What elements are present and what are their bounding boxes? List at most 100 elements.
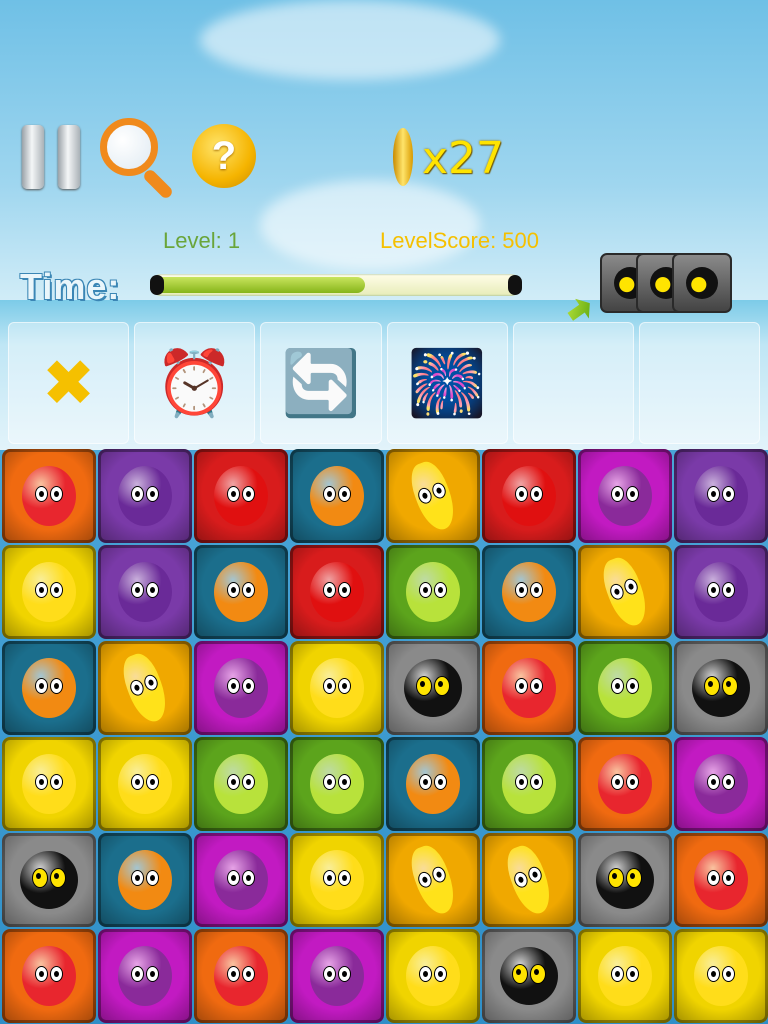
orange-icon [214, 562, 268, 622]
strawberry-icon [22, 946, 76, 1006]
tile-strawberry[interactable] [2, 929, 96, 1023]
tile-bomb[interactable] [674, 641, 768, 735]
powerup-shuffle-arrows[interactable]: 🔄 [260, 322, 382, 444]
eyes [227, 966, 255, 983]
eyes [416, 864, 448, 890]
pause-button[interactable] [22, 125, 82, 189]
pineapple-icon [598, 946, 652, 1006]
strawberry-icon [502, 658, 556, 718]
tile-bomb[interactable] [386, 641, 480, 735]
tile-orange[interactable] [98, 833, 192, 927]
apple-icon [502, 466, 556, 526]
tile-grape[interactable] [290, 929, 384, 1023]
eyes [35, 774, 63, 791]
tile-lime[interactable] [386, 545, 480, 639]
tile-lime[interactable] [290, 737, 384, 831]
tile-strawberry[interactable] [2, 449, 96, 543]
pineapple-icon [310, 658, 364, 718]
eyes [611, 678, 639, 695]
tile-grape[interactable] [194, 641, 288, 735]
tile-orange[interactable] [482, 545, 576, 639]
hint-magnifier-button[interactable] [100, 118, 180, 201]
tile-strawberry[interactable] [674, 833, 768, 927]
eyes [323, 582, 351, 599]
progress-cap-right [508, 275, 522, 295]
tile-strawberry[interactable] [578, 737, 672, 831]
eyes [515, 678, 543, 695]
lime-icon [502, 754, 556, 814]
tile-apple[interactable] [290, 545, 384, 639]
powerup-fireworks-rockets[interactable]: 🎆 [386, 322, 508, 444]
tile-banana[interactable] [386, 449, 480, 543]
bomb-icon [672, 253, 732, 313]
strawberry-icon [22, 466, 76, 526]
powerup-bar: ✖ ⏰ 🔄 🎆 [8, 322, 761, 444]
orange-icon [502, 562, 556, 622]
eyes [227, 870, 255, 887]
tile-plum[interactable] [98, 449, 192, 543]
tile-lime[interactable] [194, 737, 288, 831]
orange-icon [406, 754, 460, 814]
eyes [227, 582, 255, 599]
bomb-stack[interactable] [600, 253, 734, 313]
tile-pineapple[interactable] [2, 545, 96, 639]
tile-grape[interactable] [674, 737, 768, 831]
tile-pineapple[interactable] [2, 737, 96, 831]
eyes [323, 774, 351, 791]
tile-pineapple[interactable] [290, 833, 384, 927]
tile-pineapple[interactable] [98, 737, 192, 831]
tile-pineapple[interactable] [386, 929, 480, 1023]
tile-plum[interactable] [98, 545, 192, 639]
fireworks-rockets-icon: 🎆 [407, 347, 487, 419]
tile-bomb[interactable] [482, 929, 576, 1023]
grape-icon [694, 754, 748, 814]
time-progress-fill [154, 277, 365, 293]
tile-lime[interactable] [578, 641, 672, 735]
tile-strawberry[interactable] [194, 929, 288, 1023]
tile-apple[interactable] [482, 449, 576, 543]
tile-grape[interactable] [98, 929, 192, 1023]
help-coin-button[interactable]: ? [192, 124, 256, 188]
grape-icon [214, 658, 268, 718]
tile-apple[interactable] [194, 449, 288, 543]
cloud [200, 0, 500, 80]
powerup-slot-empty[interactable] [512, 322, 634, 444]
time-label: Time: [20, 266, 121, 307]
tile-grape[interactable] [194, 833, 288, 927]
eyes [704, 676, 738, 697]
tile-pineapple[interactable] [290, 641, 384, 735]
eyes [35, 966, 63, 983]
powerup-crossed-coins[interactable]: ✖ [8, 322, 130, 444]
tile-orange[interactable] [386, 737, 480, 831]
tile-banana[interactable] [386, 833, 480, 927]
bomb-icon [596, 851, 654, 909]
tile-orange[interactable] [194, 545, 288, 639]
tile-bomb[interactable] [2, 833, 96, 927]
tile-orange[interactable] [2, 641, 96, 735]
tile-strawberry[interactable] [482, 641, 576, 735]
tile-banana[interactable] [482, 833, 576, 927]
eyes [707, 774, 735, 791]
tile-pineapple[interactable] [674, 929, 768, 1023]
game-board [2, 449, 768, 1024]
eyes [131, 966, 159, 983]
tile-plum[interactable] [674, 449, 768, 543]
powerup-slot-empty[interactable] [638, 322, 761, 444]
powerup-alarm-clock[interactable]: ⏰ [134, 322, 256, 444]
tile-banana[interactable] [578, 545, 672, 639]
magnifier-handle [141, 167, 175, 201]
banana-icon [501, 841, 557, 919]
plum-icon [694, 466, 748, 526]
tile-banana[interactable] [98, 641, 192, 735]
tile-lime[interactable] [482, 737, 576, 831]
eyes [515, 582, 543, 599]
tile-pineapple[interactable] [578, 929, 672, 1023]
cloud [260, 180, 480, 270]
progress-cap-left [150, 275, 164, 295]
tile-orange[interactable] [290, 449, 384, 543]
eyes [707, 582, 735, 599]
tile-plum[interactable] [674, 545, 768, 639]
tile-grape[interactable] [578, 449, 672, 543]
tile-bomb[interactable] [578, 833, 672, 927]
eyes [608, 576, 640, 602]
